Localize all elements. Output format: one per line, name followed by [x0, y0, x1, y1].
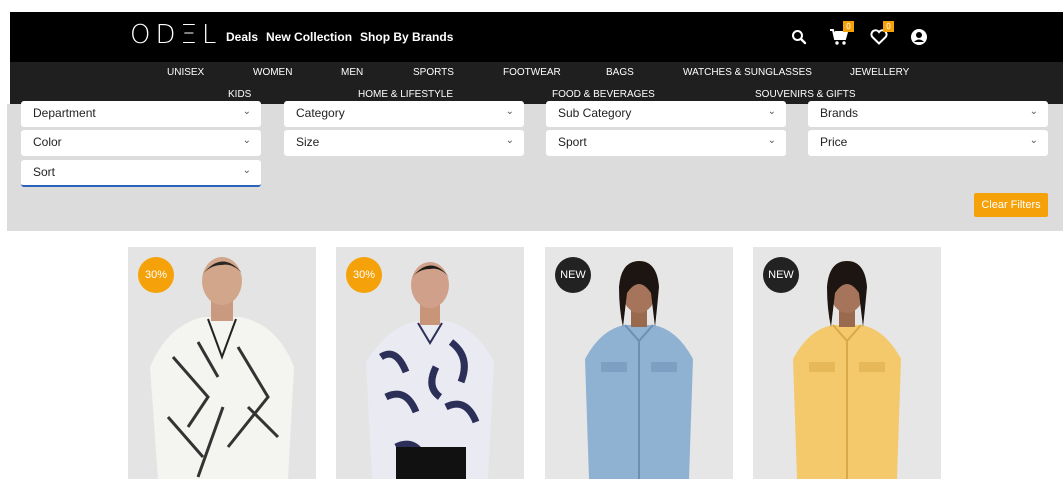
cat-watches-sunglasses[interactable]: WATCHES & SUNGLASSES	[683, 67, 812, 78]
chevron-down-icon: ⌄	[1029, 135, 1038, 146]
cat-home-lifestyle[interactable]: HOME & LIFESTYLE	[358, 89, 453, 100]
header-bar: ODΞL Deals New Collection Shop By Brands…	[10, 12, 1063, 62]
cat-men[interactable]: MEN	[341, 67, 363, 78]
sport-select[interactable]: Sport ⌄	[546, 130, 786, 156]
category-select[interactable]: Category ⌄	[284, 101, 524, 127]
cat-food-beverages[interactable]: FOOD & BEVERAGES	[552, 89, 655, 100]
price-select-label: Price	[820, 135, 848, 149]
search-icon[interactable]	[786, 24, 812, 50]
new-badge: NEW	[763, 257, 799, 293]
sub-category-select[interactable]: Sub Category ⌄	[546, 101, 786, 127]
nav-deals[interactable]: Deals	[226, 30, 258, 44]
size-select[interactable]: Size ⌄	[284, 130, 524, 156]
chevron-down-icon: ⌄	[505, 135, 514, 146]
cart-count-badge: 0	[843, 21, 854, 32]
filter-panel: Department ⌄ Category ⌄ Sub Category ⌄ B…	[7, 101, 1063, 231]
cat-souvenirs-gifts[interactable]: SOUVENIRS & GIFTS	[755, 89, 856, 100]
category-select-label: Category	[296, 106, 345, 120]
cat-footwear[interactable]: FOOTWEAR	[503, 67, 561, 78]
department-select[interactable]: Department ⌄	[21, 101, 261, 127]
chevron-down-icon: ⌄	[505, 106, 514, 117]
chevron-down-icon: ⌄	[767, 106, 776, 117]
sport-select-label: Sport	[558, 135, 587, 149]
cat-bags[interactable]: BAGS	[606, 67, 634, 78]
cat-sports[interactable]: SPORTS	[413, 67, 454, 78]
product-card[interactable]: 30%	[336, 247, 524, 479]
heart-icon[interactable]: 0	[866, 21, 894, 50]
cat-women[interactable]: WOMEN	[253, 67, 292, 78]
top-header: ODΞL Deals New Collection Shop By Brands…	[0, 0, 1063, 62]
chevron-down-icon: ⌄	[242, 165, 251, 176]
product-card[interactable]: NEW	[753, 247, 941, 479]
brands-select-label: Brands	[820, 106, 859, 120]
nav-new-collection[interactable]: New Collection	[266, 30, 352, 44]
cart-icon[interactable]: 0	[826, 21, 854, 50]
discount-badge: 30%	[346, 257, 382, 293]
user-icon[interactable]	[906, 24, 932, 50]
brands-select[interactable]: Brands ⌄	[808, 101, 1048, 127]
size-select-label: Size	[296, 135, 320, 149]
color-select-label: Color	[33, 135, 62, 149]
header-icons: 0 0	[786, 21, 932, 50]
sort-select[interactable]: Sort ⌄	[21, 160, 261, 187]
category-nav: UNISEX WOMEN MEN SPORTS FOOTWEAR BAGS WA…	[10, 62, 1063, 104]
wishlist-count-badge: 0	[883, 21, 894, 32]
product-card[interactable]: NEW	[545, 247, 733, 479]
sub-category-select-label: Sub Category	[558, 106, 632, 120]
product-card[interactable]: 30%	[128, 247, 316, 479]
chevron-down-icon: ⌄	[242, 106, 251, 117]
cat-unisex[interactable]: UNISEX	[167, 67, 204, 78]
chevron-down-icon: ⌄	[242, 135, 251, 146]
discount-badge: 30%	[138, 257, 174, 293]
color-select[interactable]: Color ⌄	[21, 130, 261, 156]
chevron-down-icon: ⌄	[767, 135, 776, 146]
new-badge: NEW	[555, 257, 591, 293]
nav-shop-by-brands[interactable]: Shop By Brands	[360, 30, 453, 44]
sort-select-label: Sort	[33, 165, 56, 179]
chevron-down-icon: ⌄	[1029, 106, 1038, 117]
cat-kids[interactable]: KIDS	[228, 89, 251, 100]
department-select-label: Department	[33, 106, 96, 120]
price-select[interactable]: Price ⌄	[808, 130, 1048, 156]
logo[interactable]: ODΞL	[130, 20, 221, 50]
primary-nav: Deals New Collection Shop By Brands	[226, 30, 453, 44]
cat-jewellery[interactable]: JEWELLERY	[850, 67, 909, 78]
clear-filters-button[interactable]: Clear Filters	[974, 193, 1048, 217]
